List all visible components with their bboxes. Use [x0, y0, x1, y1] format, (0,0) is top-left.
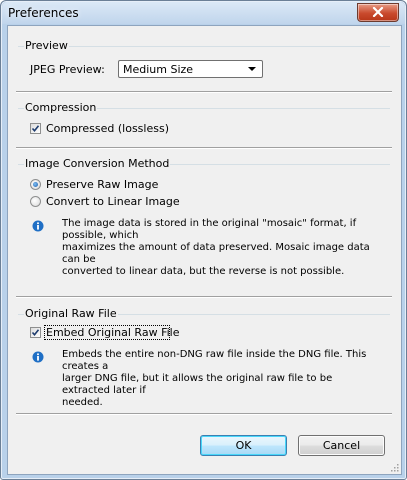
compressed-checkbox[interactable] — [30, 123, 41, 134]
title-bar[interactable]: Preferences — [2, 2, 405, 24]
separator — [16, 413, 392, 415]
close-icon — [372, 7, 384, 17]
chevron-down-icon — [248, 67, 256, 71]
original-raw-legend: Original Raw File — [24, 307, 118, 320]
conversion-legend: Image Conversion Method — [24, 157, 171, 170]
cancel-button[interactable]: Cancel — [298, 435, 385, 456]
conversion-info-text: The image data is stored in the original… — [62, 218, 372, 278]
compressed-label[interactable]: Compressed (lossless) — [46, 122, 169, 135]
checkmark-icon — [31, 329, 40, 337]
preview-legend: Preview — [24, 39, 69, 52]
convert-linear-label[interactable]: Convert to Linear Image — [46, 195, 180, 208]
checkmark-icon — [31, 125, 40, 133]
embed-raw-checkbox[interactable] — [30, 327, 41, 338]
separator — [16, 296, 392, 298]
original-raw-info-line: larger DNG file, but it allows the origi… — [62, 373, 333, 396]
original-raw-info-line: Embeds the entire non-DNG raw file insid… — [62, 349, 367, 372]
jpeg-preview-value: Medium Size — [123, 63, 194, 76]
preferences-dialog: Preferences Preview JPEG Preview: Medium… — [0, 0, 407, 480]
original-raw-info-line: needed. — [62, 397, 103, 408]
embed-raw-label[interactable]: Embed Original Raw File — [46, 326, 179, 339]
convert-linear-radio[interactable] — [30, 196, 41, 207]
jpeg-preview-label: JPEG Preview: — [30, 63, 105, 76]
conversion-info-line: maximizes the amount of data preserved. … — [62, 242, 370, 265]
compression-legend: Compression — [24, 101, 98, 114]
preview-group-line — [18, 46, 390, 47]
preserve-raw-label[interactable]: Preserve Raw Image — [46, 178, 158, 191]
info-icon — [32, 351, 44, 363]
resize-grip-icon[interactable] — [389, 462, 399, 472]
preserve-raw-radio[interactable] — [30, 179, 41, 190]
separator — [16, 147, 392, 149]
ok-button[interactable]: OK — [200, 435, 287, 456]
conversion-info-line: converted to linear data, but the revers… — [62, 266, 345, 277]
dialog-content: Preview JPEG Preview: Medium Size Compre… — [7, 25, 402, 475]
separator — [16, 91, 392, 93]
close-button[interactable] — [357, 3, 399, 22]
window-title: Preferences — [8, 6, 79, 20]
info-icon — [32, 220, 44, 232]
conversion-info-line: The image data is stored in the original… — [62, 218, 357, 241]
radio-selected-dot — [33, 182, 38, 187]
jpeg-preview-select[interactable]: Medium Size — [118, 60, 263, 78]
original-raw-info-text: Embeds the entire non-DNG raw file insid… — [62, 349, 372, 409]
